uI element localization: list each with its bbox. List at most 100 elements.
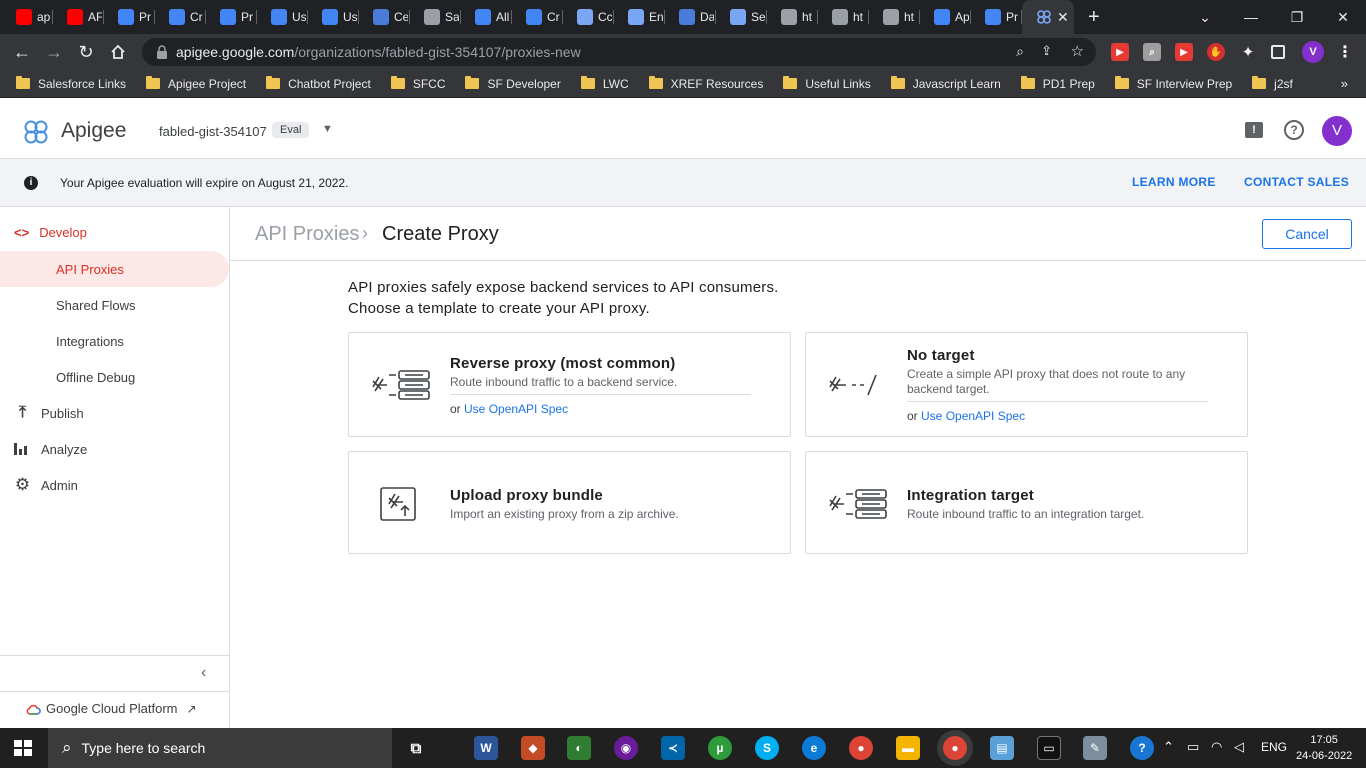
browser-tab[interactable]: En (614, 0, 665, 34)
language-indicator[interactable]: ENG (1261, 740, 1287, 754)
browser-tab[interactable]: Cc (563, 0, 614, 34)
browser-menu-icon[interactable]: ⋮ (1336, 43, 1354, 61)
bookmark-folder[interactable]: Apigee Project (146, 76, 246, 91)
windows-start-icon[interactable] (14, 740, 32, 756)
profile-avatar[interactable]: V (1302, 41, 1324, 63)
sidebar-item-publish[interactable]: ⤒ Publish (0, 395, 229, 431)
file-explorer-icon[interactable]: ▬ (896, 736, 920, 760)
learn-more-link[interactable]: LEARN MORE (1132, 175, 1216, 189)
zoom-icon[interactable]: ⌕ (1016, 43, 1024, 60)
cancel-button[interactable]: Cancel (1262, 219, 1352, 249)
sidebar-item-offline-debug[interactable]: Offline Debug (0, 359, 229, 395)
search-extension-icon[interactable]: ⌕ (1143, 43, 1161, 61)
task-view-icon[interactable]: ⧉ (404, 736, 428, 760)
bookmark-folder[interactable]: j2sf (1252, 76, 1293, 91)
org-selector[interactable]: fabled-gist-354107 (159, 124, 267, 139)
forward-button[interactable]: → (38, 36, 70, 68)
bookmark-star-icon[interactable]: ☆ (1071, 42, 1084, 60)
back-button[interactable]: ← (6, 36, 38, 68)
wifi-icon[interactable]: ◠ (1211, 739, 1222, 755)
help-icon[interactable]: ? (1284, 120, 1304, 140)
sidebar-item-api-proxies[interactable]: API Proxies (0, 251, 229, 287)
tray-expand-icon[interactable]: ⌃ (1163, 739, 1174, 755)
upload-proxy-bundle-card[interactable]: Upload proxy bundle Import an existing p… (348, 451, 791, 554)
gcp-link[interactable]: Google Cloud Platform ↗ (26, 701, 197, 716)
taskbar-search-box[interactable]: ⌕ Type here to search (48, 728, 392, 768)
collapse-sidebar-icon[interactable]: ‹ (201, 664, 206, 682)
browser-tab[interactable]: Cr (512, 0, 563, 34)
side-panel-icon[interactable] (1271, 45, 1285, 59)
browser-tab[interactable]: Ce (359, 0, 410, 34)
bookmark-folder[interactable]: Javascript Learn (890, 76, 1001, 91)
browser-tab[interactable]: ht (767, 0, 818, 34)
feedback-icon[interactable]: ! (1245, 122, 1263, 138)
terminal-icon[interactable]: ▭ (1037, 736, 1061, 760)
reload-button[interactable]: ↻ (70, 36, 102, 68)
bookmark-folder[interactable]: PD1 Prep (1020, 76, 1095, 91)
no-target-card[interactable]: No target Create a simple API proxy that… (805, 332, 1248, 437)
browser-tab[interactable]: Da (665, 0, 716, 34)
sidebar-item-develop[interactable]: <> Develop (0, 214, 229, 250)
browser-tab[interactable]: Pr (971, 0, 1022, 34)
reverse-proxy-card[interactable]: Reverse proxy (most common) Route inboun… (348, 332, 791, 437)
browser-tab[interactable]: Us (308, 0, 359, 34)
bookmark-folder[interactable]: SFCC (390, 76, 445, 91)
paint-icon[interactable]: ✎ (1083, 736, 1107, 760)
browser-tab[interactable]: Pr (104, 0, 155, 34)
bookmark-folder[interactable]: LWC (580, 76, 629, 91)
browser-tab[interactable]: Se (716, 0, 767, 34)
no-target-openapi-link[interactable]: Use OpenAPI Spec (921, 409, 1025, 423)
skype-icon[interactable]: S (755, 736, 779, 760)
chrome-icon[interactable]: ● (849, 736, 873, 760)
browser-tab[interactable]: Cr (155, 0, 206, 34)
browser-tab[interactable]: AF (53, 0, 104, 34)
share-icon[interactable]: ⇪ (1041, 43, 1052, 59)
browser-tab[interactable]: ht (818, 0, 869, 34)
chrome-profile-icon[interactable]: ● (943, 736, 967, 760)
sidebar-item-shared-flows[interactable]: Shared Flows (0, 287, 229, 323)
browser-tab[interactable]: Us (257, 0, 308, 34)
contact-sales-link[interactable]: CONTACT SALES (1244, 175, 1349, 189)
home-button[interactable] (102, 36, 134, 68)
sidebar-item-analyze[interactable]: Analyze (0, 431, 229, 467)
browser-tab[interactable]: Pr (206, 0, 257, 34)
tab-search-button[interactable]: ⌄ (1182, 0, 1228, 34)
bookmark-folder[interactable]: SF Interview Prep (1114, 76, 1232, 91)
bookmark-folder[interactable]: Useful Links (783, 76, 871, 91)
eclipse-icon[interactable]: ◐ (567, 736, 591, 760)
video-extension-icon[interactable]: ▶ (1175, 43, 1193, 61)
close-window-button[interactable]: ✕ (1320, 0, 1366, 34)
reverse-proxy-openapi-link[interactable]: Use OpenAPI Spec (464, 402, 568, 416)
utorrent-icon[interactable]: µ (708, 736, 732, 760)
media-player-icon[interactable]: ◉ (614, 736, 638, 760)
youtube-extension-icon[interactable]: ▶ (1111, 43, 1129, 61)
git-icon[interactable]: ◆ (521, 736, 545, 760)
notepad-icon[interactable]: ▤ (990, 736, 1014, 760)
battery-icon[interactable]: ▭ (1187, 739, 1199, 755)
bookmark-folder[interactable]: Salesforce Links (16, 76, 126, 91)
help-tray-icon[interactable]: ? (1130, 736, 1154, 760)
browser-tab[interactable]: ht (869, 0, 920, 34)
sidebar-item-integrations[interactable]: Integrations (0, 323, 229, 359)
restore-button[interactable]: ❐ (1274, 0, 1320, 34)
sidebar-item-admin[interactable]: ⚙ Admin (0, 467, 229, 503)
bookmarks-overflow-button[interactable]: » (1341, 76, 1348, 91)
bookmark-folder[interactable]: SF Developer (465, 76, 561, 91)
browser-tab[interactable]: All (461, 0, 512, 34)
minimize-button[interactable]: — (1228, 0, 1274, 34)
bookmark-folder[interactable]: Chatbot Project (266, 76, 371, 91)
active-tab[interactable]: ✕ (1022, 0, 1074, 34)
integration-target-card[interactable]: Integration target Route inbound traffic… (805, 451, 1248, 554)
new-tab-button[interactable]: + (1088, 6, 1100, 29)
adblock-extension-icon[interactable]: ✋ (1207, 43, 1225, 61)
bookmark-folder[interactable]: XREF Resources (648, 76, 763, 91)
volume-icon[interactable]: ◁ (1234, 739, 1244, 755)
close-tab-icon[interactable]: ✕ (1057, 9, 1069, 26)
user-avatar[interactable]: V (1322, 116, 1352, 146)
org-dropdown-icon[interactable]: ▼ (322, 123, 333, 135)
address-bar[interactable]: apigee.google.com/organizations/fabled-g… (142, 38, 1096, 66)
vscode-icon[interactable]: ≺ (661, 736, 685, 760)
breadcrumb-api-proxies[interactable]: API Proxies (255, 223, 359, 246)
apigee-logo-icon[interactable] (22, 118, 50, 146)
system-clock[interactable]: 17:05 24-06-2022 (1296, 732, 1352, 764)
